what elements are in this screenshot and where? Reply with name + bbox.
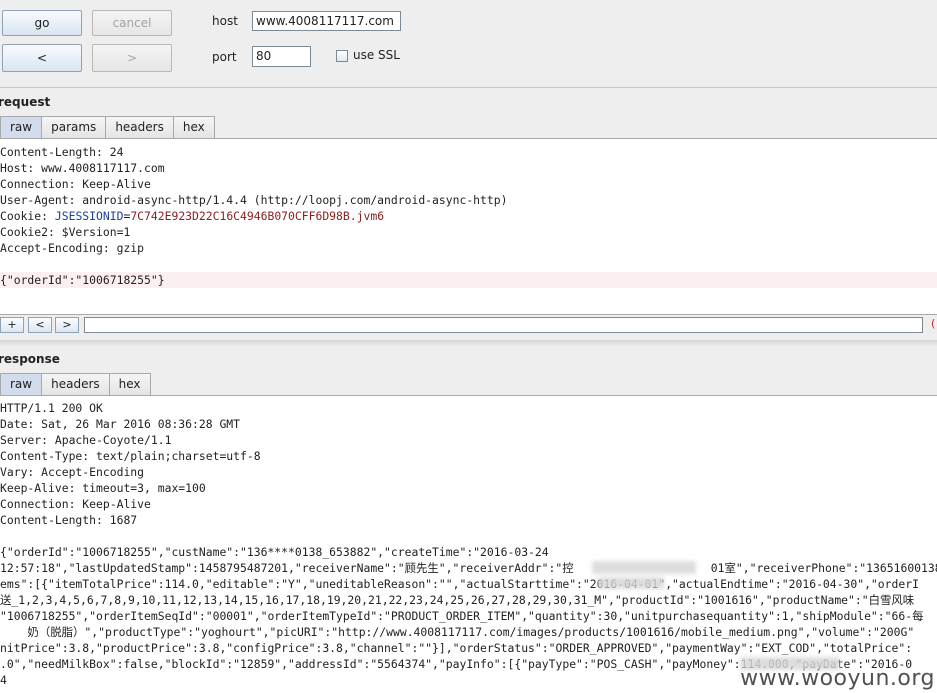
toolbar-divider — [0, 87, 937, 88]
response-line: Server: Apache-Coyote/1.1 — [0, 433, 172, 447]
request-line: Connection: Keep-Alive — [0, 177, 151, 191]
host-input[interactable]: www.4008117117.com — [252, 11, 401, 31]
response-body[interactable]: HTTP/1.1 200 OK Date: Sat, 26 Mar 2016 0… — [0, 395, 937, 693]
host-label: host — [212, 14, 238, 28]
request-body[interactable]: Content-Length: 24 Host: www.4008117117.… — [0, 138, 937, 314]
response-line: Content-Length: 1687 — [0, 513, 138, 527]
cookie-value: 7C742E923D22C16C4946B070CFF6D98B.jvm6 — [130, 209, 385, 223]
request-cookie-line: Cookie: JSESSIONID=7C742E923D22C16C4946B… — [0, 208, 937, 224]
cancel-button[interactable]: cancel — [92, 10, 172, 36]
tab-response-hex[interactable]: hex — [108, 373, 151, 395]
add-button[interactable]: + — [0, 317, 24, 333]
response-line: 送_1,2,3,4,5,6,7,8,9,10,11,12,13,14,15,16… — [0, 593, 915, 607]
redacted-start-date — [598, 577, 664, 589]
next-button[interactable]: > — [55, 317, 79, 333]
response-tabs: raw headers hex — [0, 373, 151, 395]
tab-request-params[interactable]: params — [41, 116, 107, 138]
response-line: nitPrice":3.8,"productPrice":3.8,"config… — [0, 641, 913, 655]
tab-response-raw[interactable]: raw — [0, 373, 43, 395]
port-input[interactable]: 80 — [252, 46, 311, 67]
response-line: ems":[{"itemTotalPrice":114.0,"editable"… — [0, 577, 919, 591]
response-line: "1006718255","orderItemSeqId":"00001","o… — [0, 609, 924, 623]
section-divider — [0, 340, 937, 346]
watermark: www.wooyun.org — [740, 666, 935, 691]
tab-response-headers[interactable]: headers — [41, 373, 110, 395]
use-ssl-checkbox[interactable] — [336, 50, 348, 62]
request-line — [0, 256, 937, 272]
request-body-json: {"orderId":"1006718255"} — [0, 272, 937, 288]
status-indicator-icon: ( — [931, 317, 936, 330]
response-line: Connection: Keep-Alive — [0, 497, 151, 511]
request-line: Host: www.4008117117.com — [0, 161, 165, 175]
request-tabs: raw params headers hex — [0, 116, 215, 138]
redacted-address — [592, 561, 696, 574]
request-line: Cookie2: $Version=1 — [0, 225, 131, 239]
response-line: HTTP/1.1 200 OK — [0, 401, 103, 415]
response-line — [0, 528, 937, 544]
response-title: response — [0, 352, 60, 366]
response-line: Keep-Alive: timeout=3, max=100 — [0, 481, 206, 495]
response-line: Content-Type: text/plain;charset=utf-8 — [0, 449, 261, 463]
response-line: 奶（脱脂）","productType":"yoghourt","picURI"… — [0, 625, 915, 639]
request-line: User-Agent: android-async-http/1.4.4 (ht… — [0, 193, 508, 207]
prev-button[interactable]: < — [28, 317, 52, 333]
cookie-name: JSESSIONID — [54, 209, 124, 223]
request-line: Accept-Encoding: gzip — [0, 241, 145, 255]
request-line: Content-Length: 24 — [0, 145, 124, 159]
go-button[interactable]: go — [2, 10, 82, 36]
response-line: {"orderId":"1006718255","custName":"136*… — [0, 545, 549, 559]
cookie-prefix: Cookie: — [0, 209, 55, 223]
forward-button[interactable]: > — [92, 44, 172, 72]
search-input[interactable] — [84, 317, 923, 333]
back-button[interactable]: < — [2, 44, 82, 72]
response-line: Vary: Accept-Encoding — [0, 465, 145, 479]
tab-request-raw[interactable]: raw — [0, 116, 43, 138]
tab-request-hex[interactable]: hex — [172, 116, 215, 138]
use-ssl-label[interactable]: use SSL — [353, 48, 400, 62]
tab-request-headers[interactable]: headers — [105, 116, 174, 138]
port-label: port — [212, 50, 237, 64]
response-line: Date: Sat, 26 Mar 2016 08:36:28 GMT — [0, 417, 241, 431]
response-line: 12:57:18","lastUpdatedStamp":14587954872… — [0, 561, 937, 575]
request-title: request — [0, 95, 51, 109]
